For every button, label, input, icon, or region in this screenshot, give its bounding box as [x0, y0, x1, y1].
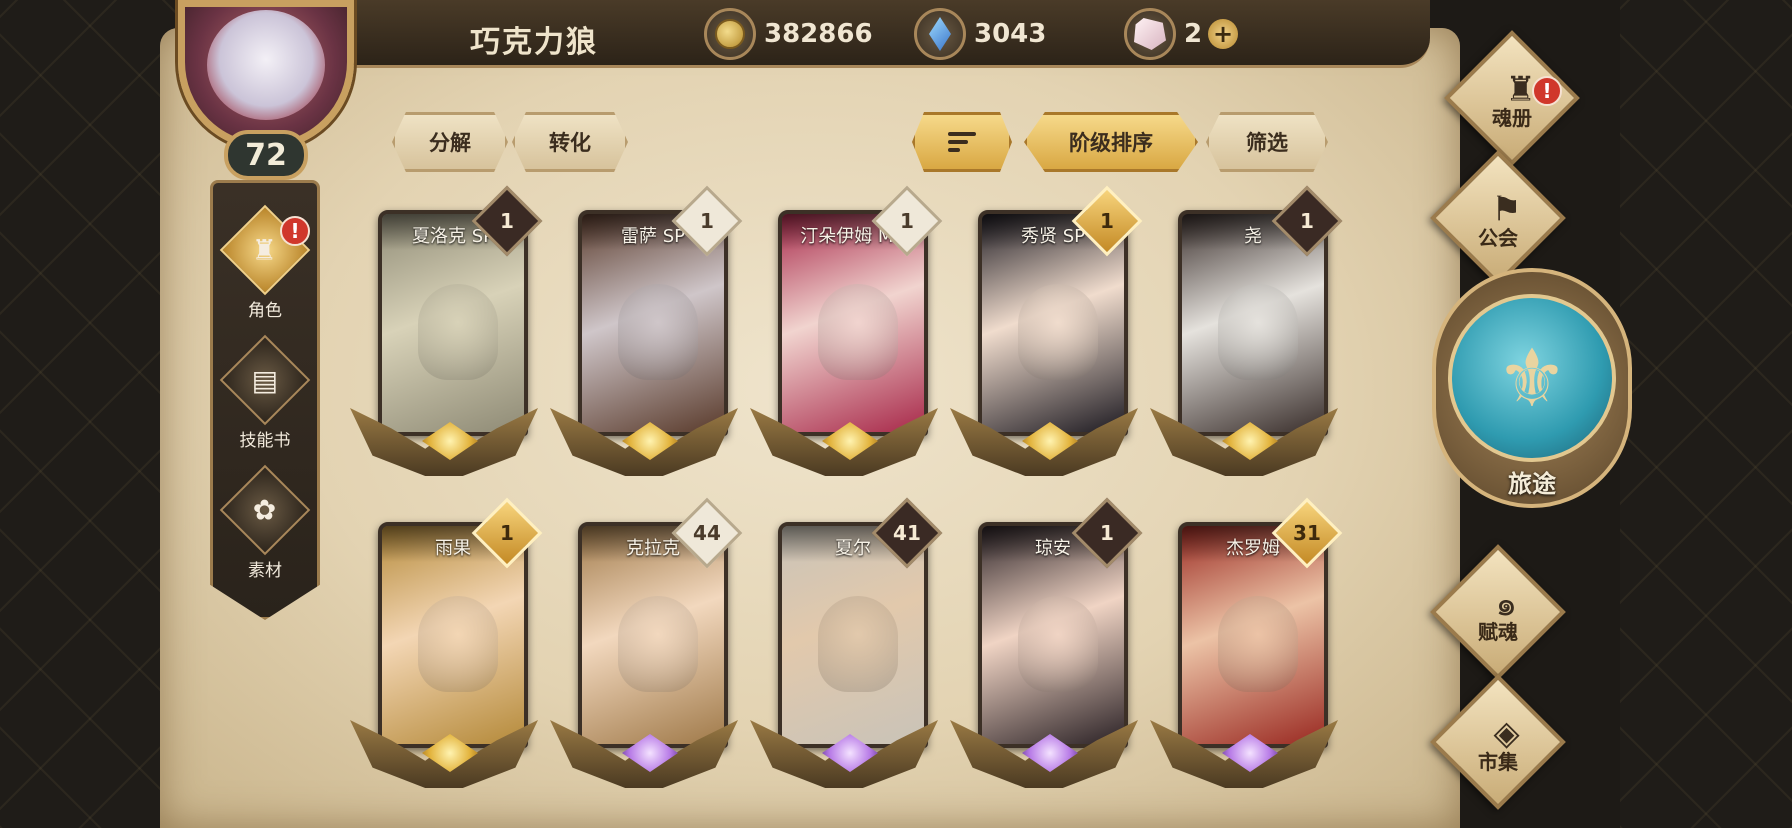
- character-face: [418, 596, 498, 692]
- character-face: [818, 596, 898, 692]
- add-crystal-button[interactable]: +: [1208, 19, 1239, 49]
- character-card[interactable]: 杰罗姆 31: [1150, 497, 1343, 792]
- convert-button[interactable]: 转化: [512, 112, 628, 172]
- character-face: [1218, 284, 1298, 380]
- sort-icon: [948, 132, 976, 152]
- guild-button[interactable]: ⚑ 公会: [1418, 150, 1578, 286]
- character-card[interactable]: 雷萨 SP 1: [550, 185, 743, 480]
- gold-coin-icon: [704, 8, 756, 60]
- card-count: 1: [500, 208, 514, 233]
- materials-icon: ✿: [219, 464, 311, 556]
- character-card[interactable]: 克拉克 44: [550, 497, 743, 792]
- sort-order-button[interactable]: [912, 112, 1012, 172]
- endow-soul-label: 赋魂: [1478, 620, 1518, 644]
- card-count: 1: [1100, 520, 1114, 545]
- soul-book-button[interactable]: ♜ 魂册: [1432, 30, 1592, 166]
- crystal-currency: 2 +: [1124, 8, 1239, 60]
- nav-item-materials[interactable]: ✿ 素材: [210, 464, 320, 581]
- gem-currency: 3043: [914, 8, 1046, 60]
- blue-gem-icon: [914, 8, 966, 60]
- nav-label-character: 角色: [248, 301, 282, 321]
- nav-item-skill-book[interactable]: ▤ 技能书: [210, 334, 320, 451]
- journey-label: 旅途: [1508, 470, 1556, 498]
- character-card[interactable]: 尧1: [1150, 185, 1343, 480]
- left-border-pattern: [0, 0, 180, 828]
- character-face: [618, 596, 698, 692]
- character-card[interactable]: 琼安 1: [950, 497, 1143, 792]
- character-face: [1018, 596, 1098, 692]
- market-button[interactable]: ◈ 市集: [1418, 674, 1578, 810]
- card-count: 1: [1100, 208, 1114, 233]
- player-avatar-frame[interactable]: 72: [162, 0, 370, 186]
- journey-button[interactable]: ⚜ 旅途: [1432, 268, 1642, 508]
- skill-book-icon: ▤: [219, 334, 311, 426]
- character-card[interactable]: 秀贤 SP 1: [950, 185, 1143, 480]
- character-face: [1018, 284, 1098, 380]
- filter-button[interactable]: 筛选: [1206, 112, 1328, 172]
- character-alert-icon: !: [280, 216, 310, 246]
- card-count: 1: [700, 208, 714, 233]
- gem-amount: 3043: [974, 19, 1047, 49]
- character-card[interactable]: 雨果 1: [350, 497, 543, 792]
- right-border-pattern: [1620, 0, 1792, 828]
- gold-currency: 382866: [704, 8, 873, 60]
- sort-by-tier-button[interactable]: 阶级排序: [1024, 112, 1198, 172]
- nav-label-materials: 素材: [248, 561, 282, 581]
- guild-label: 公会: [1478, 226, 1518, 250]
- nav-label-skill-book: 技能书: [239, 431, 291, 451]
- character-face: [1218, 596, 1298, 692]
- card-count: 1: [1300, 208, 1314, 233]
- crystal-amount: 2: [1184, 19, 1203, 49]
- character-face: [818, 284, 898, 380]
- gold-amount: 382866: [764, 19, 873, 49]
- card-count: 1: [500, 520, 514, 545]
- endow-soul-button[interactable]: ๑ 赋魂: [1418, 544, 1578, 680]
- character-card[interactable]: 汀朵伊姆 MZ 1: [750, 185, 943, 480]
- character-card[interactable]: 夏尔 41: [750, 497, 943, 792]
- character-face: [418, 284, 498, 380]
- soul-book-alert-icon: !: [1532, 76, 1562, 106]
- avatar: [207, 10, 325, 120]
- card-count: 44: [693, 521, 721, 545]
- trident-icon: ⚜: [1448, 294, 1616, 462]
- card-count: 31: [1293, 521, 1321, 545]
- player-name: 巧克力狼: [470, 25, 598, 60]
- player-level-badge: 72: [224, 130, 308, 180]
- card-count: 41: [893, 521, 921, 545]
- character-card[interactable]: 夏洛克 SP 1: [350, 185, 543, 480]
- soul-book-label: 魂册: [1492, 106, 1532, 130]
- decompose-button[interactable]: 分解: [392, 112, 508, 172]
- character-face: [618, 284, 698, 380]
- soul-crystal-icon: [1124, 8, 1176, 60]
- card-count: 1: [900, 208, 914, 233]
- market-label: 市集: [1478, 750, 1518, 774]
